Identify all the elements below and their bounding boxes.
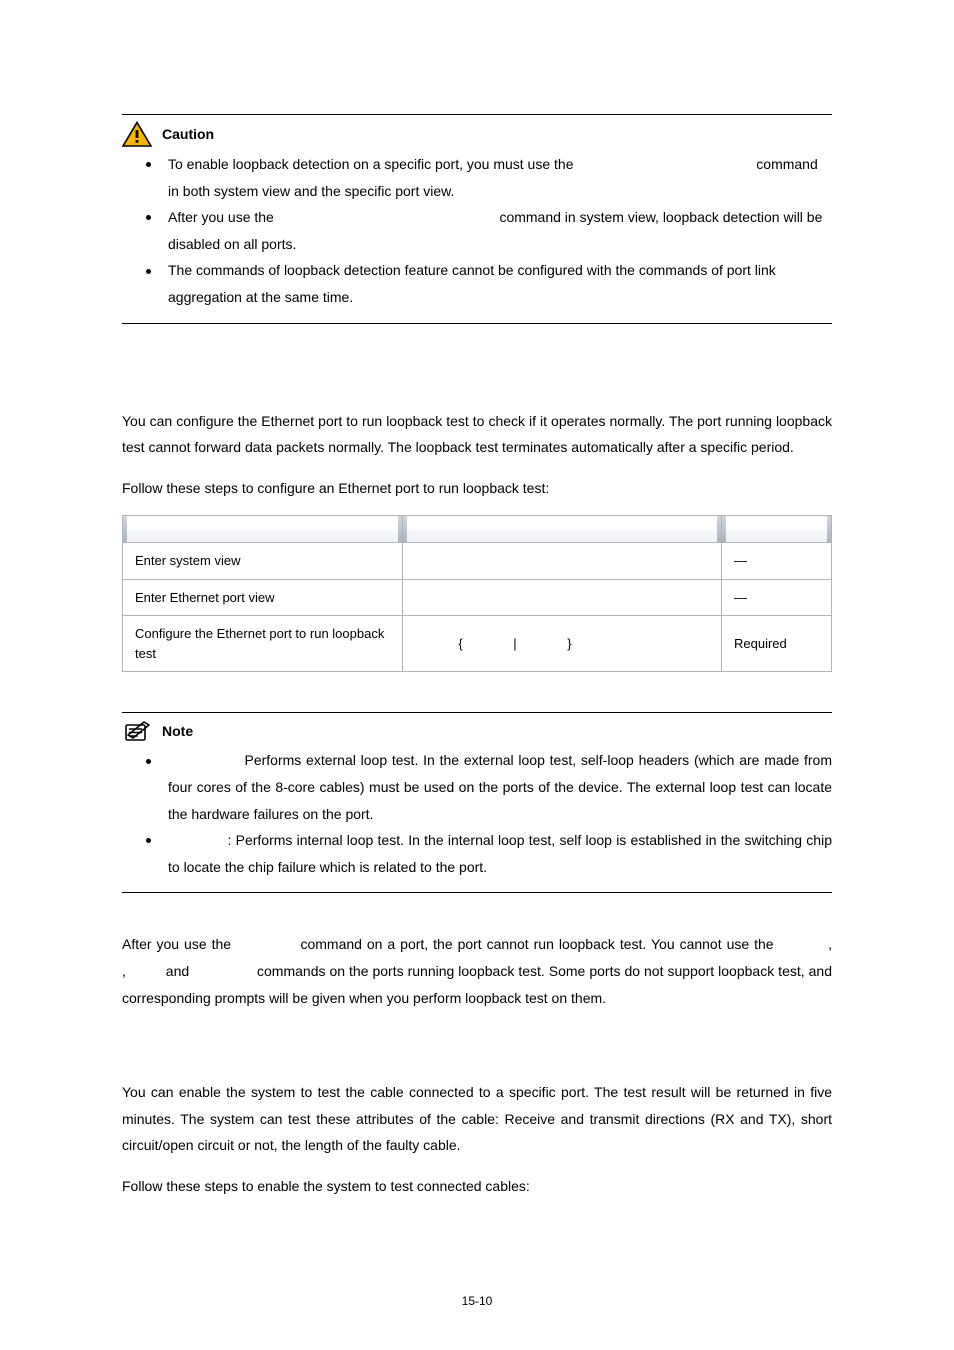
table-header-description <box>722 516 832 543</box>
list-item-text: : Performs internal loop test. In the in… <box>168 832 836 875</box>
table-header-operation <box>123 516 403 543</box>
list-item: : Performs internal loop test. In the in… <box>146 827 832 880</box>
note-icon <box>122 719 152 743</box>
cable-test-paragraph: You can enable the system to test the ca… <box>122 1079 832 1159</box>
table-header-command <box>403 516 722 543</box>
list-item: After you use the command in system view… <box>146 204 832 257</box>
list-item-text: Performs external loop test. In the exte… <box>168 752 836 821</box>
cell-operation: Enter Ethernet port view <box>123 579 403 616</box>
caution-callout: Caution To enable loopback detection on … <box>122 114 832 324</box>
list-item: Performs external loop test. In the exte… <box>146 747 832 827</box>
caution-list: To enable loopback detection on a specif… <box>146 151 832 311</box>
note-top-rule <box>122 712 832 713</box>
cell-command <box>403 579 722 616</box>
note-list: Performs external loop test. In the exte… <box>146 747 832 880</box>
config-table: Enter system view — Enter Ethernet port … <box>122 515 832 672</box>
table-header-row <box>123 516 832 543</box>
loopback-steps-intro: Follow these steps to configure an Ether… <box>122 475 832 502</box>
table-row: Enter Ethernet port view — <box>123 579 832 616</box>
caution-header: Caution <box>122 121 832 147</box>
table-row: Configure the Ethernet port to run loopb… <box>123 616 832 672</box>
cell-operation: Configure the Ethernet port to run loopb… <box>123 616 403 672</box>
cell-description: Required <box>722 616 832 672</box>
page-number: 15-10 <box>0 1294 954 1308</box>
cell-description: — <box>722 579 832 616</box>
note-header: Note <box>122 719 832 743</box>
caution-title: Caution <box>162 126 214 142</box>
loopback-restrictions-paragraph: After you use the command on a port, the… <box>122 931 832 1011</box>
caution-icon <box>122 121 152 147</box>
cell-operation: Enter system view <box>123 543 403 580</box>
note-callout: Note Performs external loop test. In the… <box>122 712 832 893</box>
cell-command: { | } <box>403 616 722 672</box>
list-item-text: The commands of loopback detection featu… <box>168 262 780 305</box>
list-item-text: After you use the command in system view… <box>168 209 826 252</box>
cable-test-steps-intro: Follow these steps to enable the system … <box>122 1173 832 1200</box>
list-item: To enable loopback detection on a specif… <box>146 151 832 204</box>
note-title: Note <box>162 723 193 739</box>
cell-command <box>403 543 722 580</box>
table-row: Enter system view — <box>123 543 832 580</box>
list-item-text: To enable loopback detection on a specif… <box>168 156 822 199</box>
caution-top-rule <box>122 114 832 115</box>
cell-description: — <box>722 543 832 580</box>
list-item: The commands of loopback detection featu… <box>146 257 832 310</box>
loopback-paragraph: You can configure the Ethernet port to r… <box>122 408 832 461</box>
